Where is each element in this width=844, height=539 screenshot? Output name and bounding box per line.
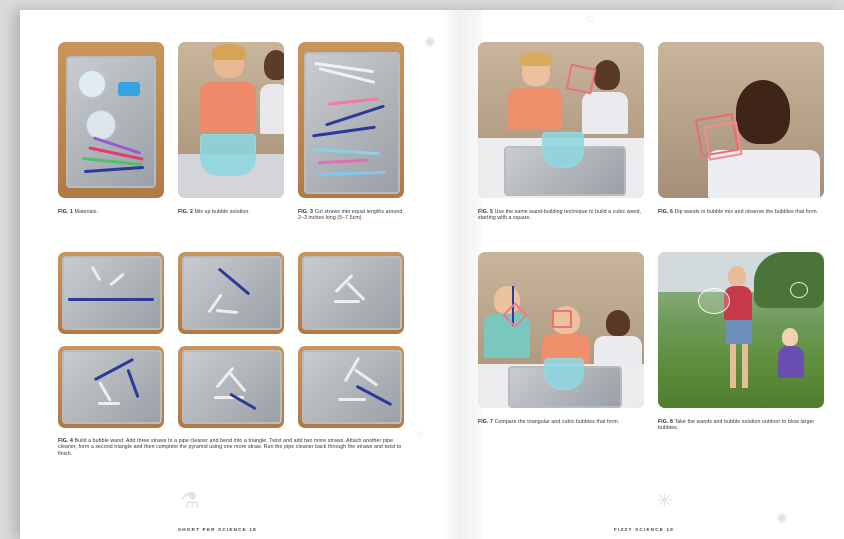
fig4-photo-5: [178, 346, 284, 428]
fig4-photo-4: [58, 346, 164, 428]
fig1-caption: FIG. 1 Materials.: [58, 209, 164, 215]
fig3-photo: [298, 42, 404, 198]
fig6-caption: FIG. 6 Dip wands in bubble mix and obser…: [658, 209, 824, 215]
book-spread: ✺ ☆ ⚗ ✳ ✺ ☆ FIG. 1 Materials. FIG. 2 Mix…: [20, 10, 844, 539]
fig3-caption: FIG. 3 Cut straws into equal lengths aro…: [298, 209, 404, 222]
fig7-text: Compare the triangular and cubic bubbles…: [494, 419, 620, 425]
fig3-text: Cut straws into equal lengths around 2–3…: [298, 209, 403, 222]
flask-icon: ⚗: [180, 488, 200, 513]
fig4-photo-2: [178, 252, 284, 334]
fig2-photo: [178, 42, 284, 198]
fig4-label: FIG. 4: [58, 438, 75, 444]
fig3-label: FIG. 3: [298, 209, 315, 215]
fig4-text: Build a bubble wand. Add three straws to…: [58, 438, 402, 457]
fig2-caption: FIG. 2 Mix up bubble solution.: [178, 209, 284, 215]
fig1-label: FIG. 1: [58, 209, 75, 215]
fig5-photo: [478, 42, 644, 198]
fig8-photo: [658, 252, 824, 408]
fig7-caption: FIG. 7 Compare the triangular and cubic …: [478, 419, 644, 425]
fig2-text: Mix up bubble solution.: [194, 209, 250, 215]
left-page-footer: SHORT PER SCIENCE 18: [178, 527, 257, 532]
fig5-text: Use the same wand-building technique to …: [478, 209, 642, 222]
fig4-photo-6: [298, 346, 404, 428]
fig6-label: FIG. 6: [658, 209, 675, 215]
fig6-text: Dip wands in bubble mix and observe the …: [674, 209, 819, 215]
star-icon: ☆: [585, 12, 596, 26]
fig1-text: Materials.: [74, 209, 99, 215]
fig8-label: FIG. 8: [658, 419, 675, 425]
atom-icon: ✺: [776, 510, 788, 526]
fig7-label: FIG. 7: [478, 419, 495, 425]
fig6-photo: [658, 42, 824, 198]
fig5-caption: FIG. 5 Use the same wand-building techni…: [478, 209, 644, 222]
fig4-caption: FIG. 4 Build a bubble wand. Add three st…: [58, 438, 404, 457]
book-gutter: [442, 10, 482, 539]
fig8-caption: FIG. 8 Take the wands and bubble solutio…: [658, 419, 824, 432]
fig1-photo: [58, 42, 164, 198]
fig4-photo-1: [58, 252, 164, 334]
fig4-photo-3: [298, 252, 404, 334]
fig7-photo: [478, 252, 644, 408]
fig8-text: Take the wands and bubble solution outdo…: [658, 419, 815, 432]
right-page-footer: FIZZY SCIENCE 19: [614, 527, 674, 532]
star-icon: ☆: [415, 430, 424, 441]
fig5-label: FIG. 5: [478, 209, 495, 215]
snowflake-icon: ✳: [656, 490, 673, 512]
fig2-label: FIG. 2: [178, 209, 195, 215]
atom-icon: ✺: [424, 34, 436, 50]
